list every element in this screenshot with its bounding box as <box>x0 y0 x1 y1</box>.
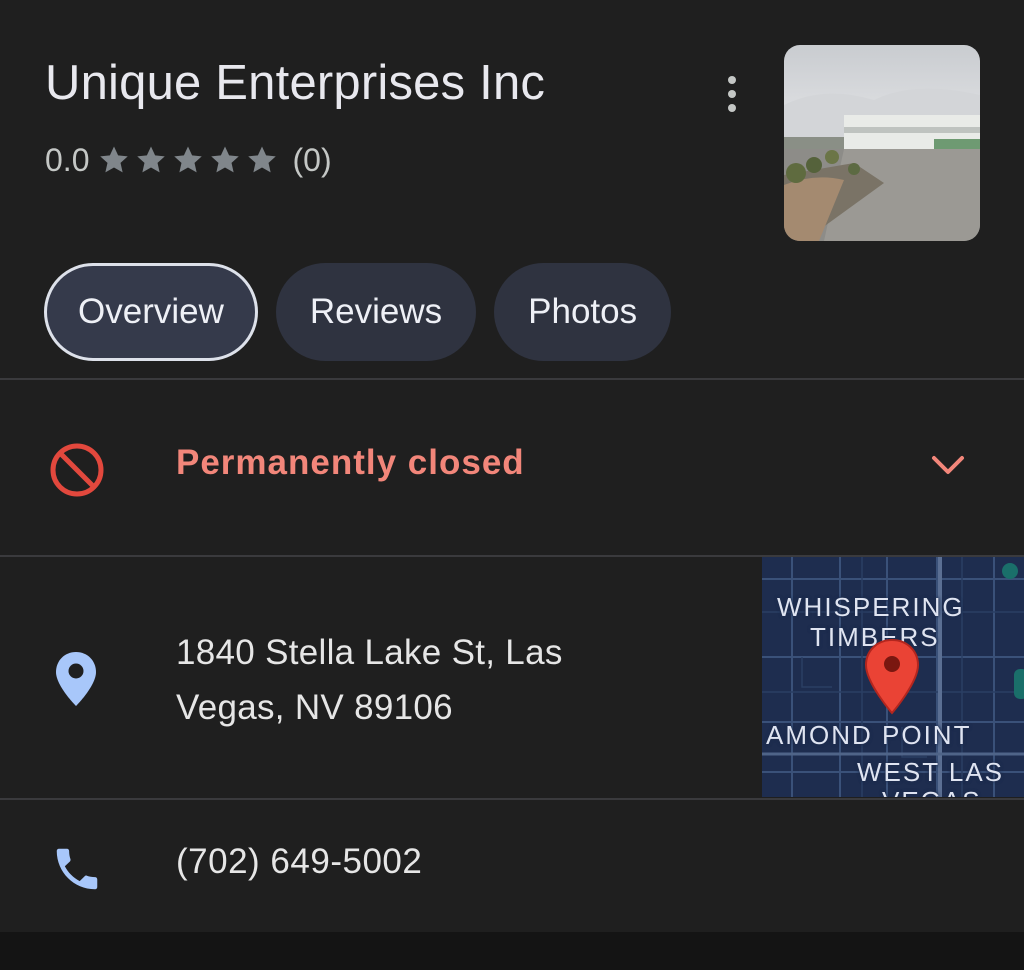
phone-number: (702) 649-5002 <box>176 842 423 881</box>
hours-status-row[interactable]: Permanently closed <box>0 380 1024 555</box>
star-icon <box>208 143 242 177</box>
map-label: VEGAS <box>882 786 982 797</box>
map-marker-icon <box>864 638 920 715</box>
rating-value: 0.0 <box>45 141 90 178</box>
address-line-2: Vegas, NV 89106 <box>176 688 453 727</box>
star-icon <box>134 143 168 177</box>
address-row[interactable]: 1840 Stella Lake St, Las Vegas, NV 89106 <box>0 557 1024 797</box>
place-photo-thumbnail[interactable] <box>784 45 980 241</box>
tab-photos[interactable]: Photos <box>494 263 672 361</box>
rating-row[interactable]: 0.0 (0) <box>45 138 332 182</box>
status-label: Permanently closed <box>176 443 525 482</box>
tab-reviews[interactable]: Reviews <box>275 263 477 361</box>
tab-overview[interactable]: Overview <box>44 263 258 361</box>
rating-stars <box>97 143 282 177</box>
location-pin-icon <box>54 650 98 708</box>
no-entry-icon <box>49 442 105 498</box>
section-separator <box>0 932 1024 970</box>
map-preview[interactable]: WHISPERING TIMBERS AMOND POINT WEST LAS … <box>762 557 1024 797</box>
star-icon <box>171 143 205 177</box>
map-label: AMOND POINT <box>766 720 972 750</box>
star-icon <box>97 143 131 177</box>
more-vert-icon <box>728 76 736 112</box>
tab-bar: Overview Reviews Photos <box>44 263 672 361</box>
address-text: 1840 Stella Lake St, Las Vegas, NV 89106 <box>176 625 716 735</box>
star-icon <box>245 143 279 177</box>
phone-row[interactable]: (702) 649-5002 <box>0 800 1024 932</box>
review-count: (0) <box>292 141 332 178</box>
address-line-1: 1840 Stella Lake St, Las <box>176 633 563 672</box>
chevron-down-icon[interactable] <box>928 450 968 482</box>
map-label: WHISPERING <box>777 592 965 622</box>
phone-icon <box>50 842 104 896</box>
more-options-button[interactable] <box>712 72 752 116</box>
map-label: WEST LAS <box>857 757 1005 787</box>
place-title: Unique Enterprises Inc <box>45 56 546 110</box>
